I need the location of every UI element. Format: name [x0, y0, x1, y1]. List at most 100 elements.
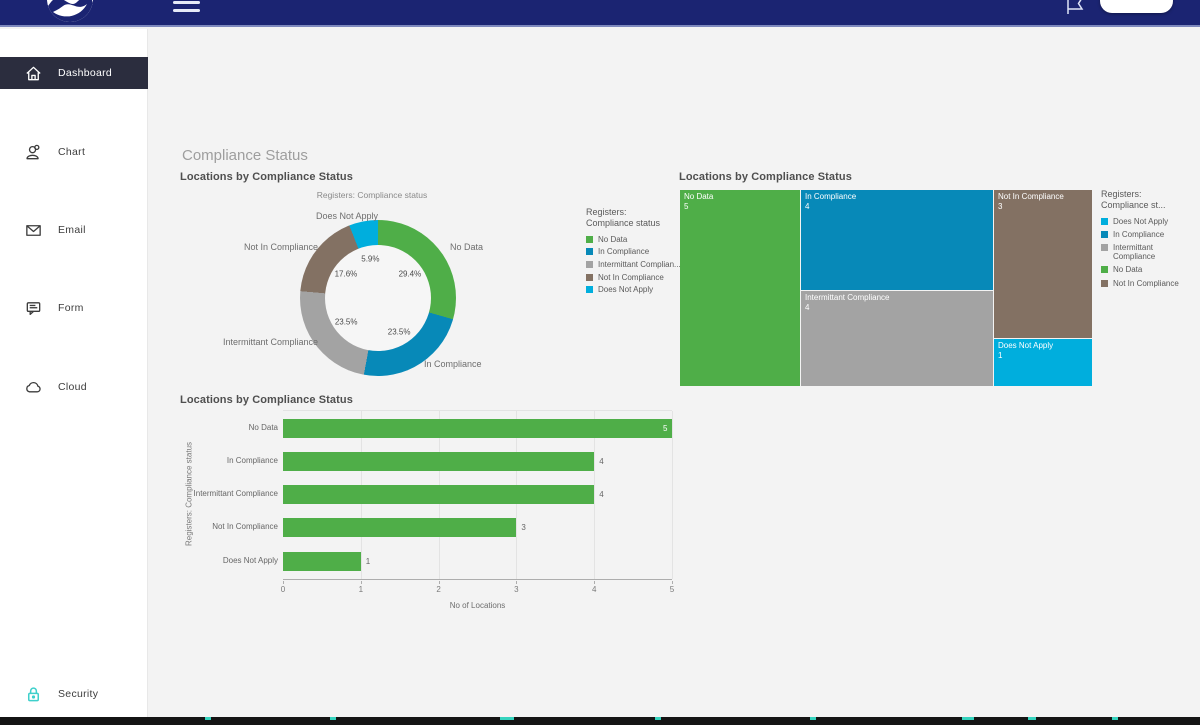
treemap-block-value: 1 — [998, 351, 1002, 360]
axis-tick-label: 0 — [281, 585, 285, 594]
treemap-block-label: Does Not Apply — [998, 341, 1053, 350]
donut-slice-label: Not In Compliance — [244, 242, 318, 252]
donut-pct-label: 29.4% — [399, 269, 422, 278]
home-icon — [24, 64, 43, 83]
legend-label: In Compliance — [1113, 230, 1164, 239]
treemap-legend: Registers: Compliance st... Does Not App… — [1101, 189, 1179, 292]
bar-category-label: Not In Compliance — [180, 522, 278, 531]
axis-tick — [283, 581, 284, 584]
x-axis-label: No of Locations — [380, 601, 575, 610]
legend-item[interactable]: In Compliance — [1101, 230, 1179, 239]
legend-item[interactable]: Does Not Apply — [1101, 217, 1179, 226]
legend-label: No Data — [1113, 265, 1142, 274]
donut-legend: Registers: Compliance status No Data In C… — [586, 207, 674, 298]
legend-label: Does Not Apply — [598, 285, 653, 294]
legend-swatch — [586, 261, 593, 268]
form-icon — [24, 299, 43, 318]
axis-tick-label: 1 — [359, 585, 363, 594]
sidebar-item-label: Cloud — [58, 381, 87, 393]
sidebar-item-form[interactable]: Form — [0, 293, 148, 323]
bar[interactable] — [283, 419, 672, 438]
legend-swatch — [586, 236, 593, 243]
axis-tick-label: 5 — [670, 585, 674, 594]
donut-slice-label: Intermittant Compliance — [223, 337, 318, 347]
top-bar — [0, 0, 1200, 27]
treemap-block-value: 3 — [998, 202, 1002, 211]
axis-tick-label: 4 — [592, 585, 596, 594]
axis-tick-label: 2 — [436, 585, 440, 594]
flag-icon[interactable] — [1063, 0, 1087, 20]
legend-label: Intermittant Complian... — [598, 260, 681, 269]
bar[interactable] — [283, 452, 594, 471]
sidebar-item-label: Dashboard — [58, 67, 112, 79]
treemap-block[interactable]: Does Not Apply1 — [994, 339, 1092, 386]
envelope-icon — [24, 221, 43, 240]
treemap-block[interactable]: In Compliance4 — [801, 190, 993, 290]
page-title: Compliance Status — [182, 147, 308, 164]
menu-hamburger-icon[interactable] — [173, 0, 201, 16]
donut-pct-label: 17.6% — [335, 270, 358, 279]
sidebar-item-email[interactable]: Email — [0, 215, 148, 245]
legend-item[interactable]: Not In Compliance — [586, 273, 674, 282]
bottom-taskbar-strip — [0, 717, 1200, 725]
legend-swatch — [1101, 280, 1108, 287]
bar[interactable] — [283, 518, 516, 537]
legend-label: Does Not Apply — [1113, 217, 1168, 226]
bar[interactable] — [283, 485, 594, 504]
axis-tick — [439, 581, 440, 584]
donut-slice-label: In Compliance — [424, 359, 482, 369]
treemap-block-label: No Data — [684, 192, 713, 201]
legend-item[interactable]: Intermittant Compliance — [1101, 243, 1179, 261]
legend-item[interactable]: No Data — [586, 235, 674, 244]
treemap-block[interactable]: No Data5 — [680, 190, 800, 386]
dashboard-page: Dashboard Chart Email Form Cloud — [0, 0, 1200, 725]
treemap-block[interactable]: Not In Compliance3 — [994, 190, 1092, 338]
axis-tick-label: 3 — [514, 585, 518, 594]
app-logo-icon[interactable] — [47, 0, 93, 22]
sidebar-item-security[interactable]: Security — [0, 679, 148, 709]
sidebar-item-chart[interactable]: Chart — [0, 137, 148, 167]
sidebar-item-label: Email — [58, 224, 86, 236]
legend-item[interactable]: In Compliance — [586, 247, 674, 256]
sidebar-item-dashboard[interactable]: Dashboard — [0, 57, 148, 89]
axis-tick — [516, 581, 517, 584]
treemap-block[interactable]: Intermittant Compliance4 — [801, 291, 993, 386]
legend-swatch — [586, 274, 593, 281]
sidebar-item-cloud[interactable]: Cloud — [0, 372, 148, 402]
bar-category-label: No Data — [180, 423, 278, 432]
legend-label: Not In Compliance — [598, 273, 664, 282]
sidebar-item-label: Form — [58, 302, 84, 314]
bar[interactable] — [283, 552, 361, 571]
legend-swatch — [1101, 244, 1108, 251]
legend-swatch — [586, 286, 593, 293]
treemap-block-value: 4 — [805, 202, 809, 211]
axis-tick — [361, 581, 362, 584]
sidebar-item-label: Chart — [58, 146, 85, 158]
donut-chart-title: Locations by Compliance Status — [180, 171, 353, 183]
legend-title: Registers: Compliance st... — [1101, 189, 1179, 211]
y-axis-label: Registers: Compliance status — [185, 442, 194, 546]
axis-tick — [594, 581, 595, 584]
treemap-block-value: 4 — [805, 303, 809, 312]
bar-category-label: Intermittant Compliance — [180, 489, 278, 498]
bar-chart-plot[interactable]: 54431 — [283, 410, 672, 580]
treemap-block-label: In Compliance — [805, 192, 856, 201]
topbar-action-button[interactable] — [1100, 0, 1173, 13]
legend-item[interactable]: No Data — [1101, 265, 1179, 274]
legend-item[interactable]: Intermittant Complian... — [586, 260, 674, 269]
donut-pct-label: 23.5% — [335, 318, 358, 327]
treemap-block-label: Intermittant Compliance — [805, 293, 889, 302]
treemap-chart[interactable]: No Data5In Compliance4Intermittant Compl… — [680, 190, 1092, 386]
legend-label: Intermittant Compliance — [1113, 243, 1179, 261]
legend-item[interactable]: Not In Compliance — [1101, 279, 1179, 288]
legend-title: Registers: Compliance status — [586, 207, 674, 229]
donut-slice-label: No Data — [450, 242, 483, 252]
legend-label: Not In Compliance — [1113, 279, 1179, 288]
bar-category-label: In Compliance — [180, 456, 278, 465]
legend-item[interactable]: Does Not Apply — [586, 285, 674, 294]
axis-tick — [672, 581, 673, 584]
treemap-chart-title: Locations by Compliance Status — [679, 171, 852, 183]
legend-swatch — [1101, 218, 1108, 225]
treemap-block-value: 5 — [684, 202, 688, 211]
legend-swatch — [1101, 231, 1108, 238]
